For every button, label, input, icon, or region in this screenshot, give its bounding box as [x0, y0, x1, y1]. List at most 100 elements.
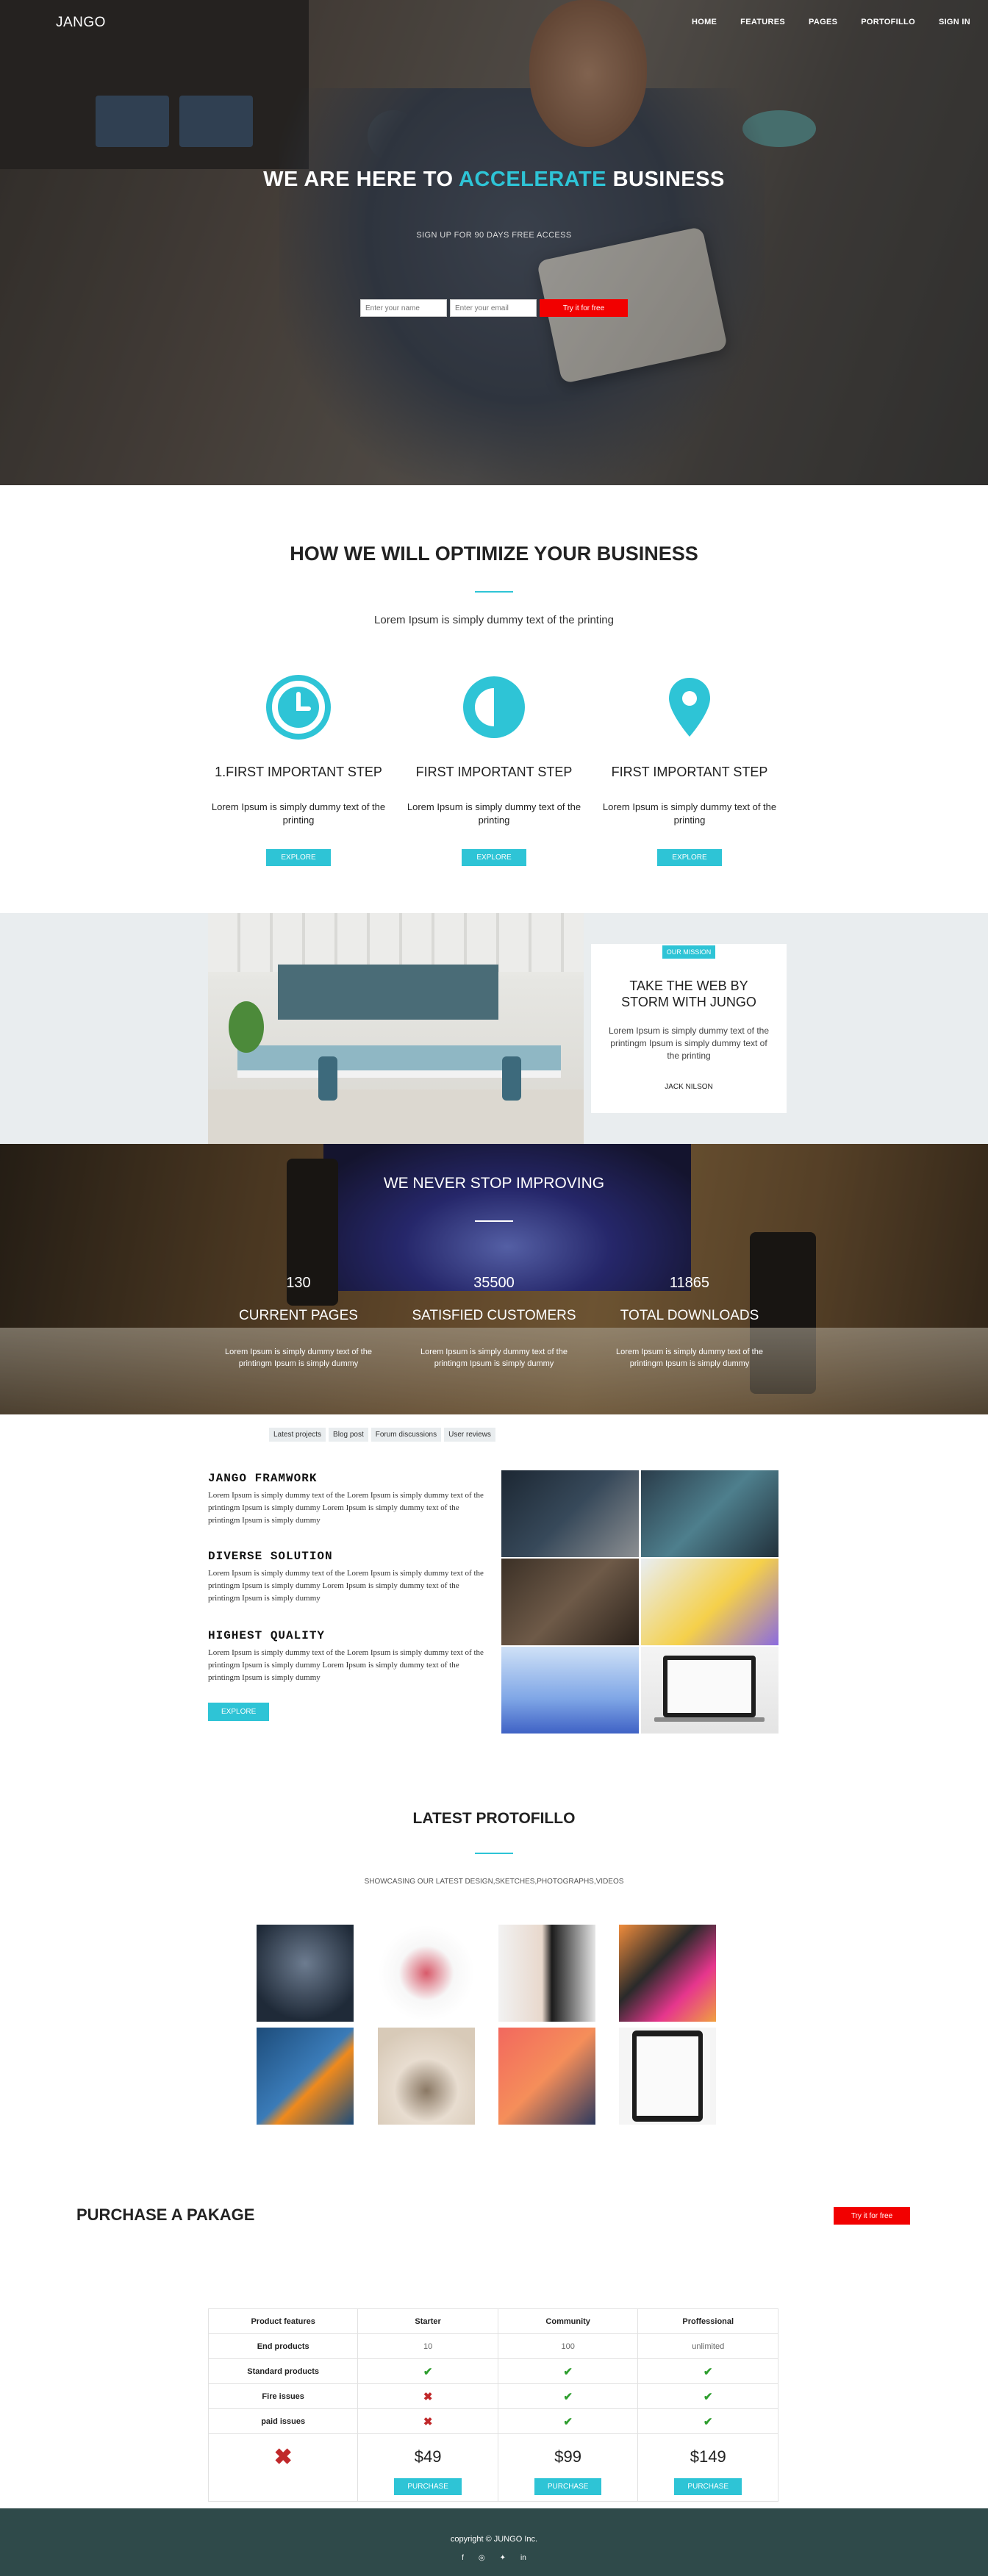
portfolio-item[interactable] — [378, 1925, 475, 2022]
hero-overlay — [0, 0, 988, 485]
office-ceiling — [208, 913, 584, 972]
contrast-icon — [462, 675, 526, 740]
pricing-price-row: ✖ $49 PURCHASE $99 PURCHASE $149 PURCHAS… — [207, 2433, 778, 2502]
portfolio-item[interactable] — [498, 2028, 595, 2125]
framework-block-title: HIGHEST QUALITY — [208, 1629, 326, 1642]
price-community: $99 — [554, 2447, 582, 2466]
feature-card: FIRST IMPORTANT STEP Lorem Ipsum is simp… — [404, 675, 584, 866]
social-links: f ◎ ✦ in — [0, 2554, 988, 2562]
office-chair — [502, 1056, 521, 1101]
hero-title-after: BUSINESS — [606, 168, 725, 191]
nav-portfolio[interactable]: PORTOFILLO — [861, 18, 915, 26]
cross-icon: ✖ — [273, 2445, 293, 2469]
stat-item: 35500 SATISFIED CUSTOMERS Lorem Ipsum is… — [406, 1275, 582, 1370]
stat-label: TOTAL DOWNLOADS — [620, 1308, 759, 1323]
portfolio-title: LATEST PROTOFILLO — [412, 1810, 576, 1827]
pricing-feature: Standard products — [207, 2358, 359, 2384]
cross-icon: ✖ — [423, 2390, 433, 2403]
name-input[interactable] — [360, 299, 447, 317]
feature-title: FIRST IMPORTANT STEP — [611, 765, 768, 779]
tab-latest-projects[interactable]: Latest projects — [269, 1428, 326, 1442]
framework-block-text: Lorem Ipsum is simply dummy text of the … — [208, 1569, 484, 1603]
feature-text: Lorem Ipsum is simply dummy text of the … — [407, 801, 581, 826]
portfolio-item[interactable] — [257, 2028, 354, 2125]
check-icon: ✔ — [703, 2390, 713, 2403]
explore-button[interactable]: EXPLORE — [462, 849, 526, 866]
pricing-price-cell: $99 PURCHASE — [497, 2433, 639, 2502]
purchase-try-free-button[interactable]: Try it for free — [834, 2207, 910, 2225]
pricing-table: Product features Starter Community Proff… — [207, 2308, 778, 2502]
purchase-title: PURCHASE A PAKAGE — [76, 2205, 255, 2224]
hero-title-before: WE ARE HERE TO — [263, 168, 459, 191]
office-plant — [229, 1001, 264, 1053]
facebook-icon[interactable]: f — [462, 2554, 464, 2562]
portfolio-item[interactable] — [619, 2028, 716, 2125]
office-board — [278, 965, 498, 1020]
twitter-icon[interactable]: ✦ — [500, 2554, 506, 2562]
check-icon: ✔ — [703, 2365, 713, 2378]
gallery-laptop-desk[interactable] — [501, 1559, 639, 1645]
pricing-feature: End products — [207, 2333, 359, 2359]
gallery-mobile-ui[interactable] — [641, 1559, 778, 1645]
portfolio-item[interactable] — [619, 1925, 716, 2022]
office-chair — [318, 1056, 337, 1101]
device-screen — [637, 2036, 698, 2116]
nav-pages[interactable]: PAGES — [809, 18, 837, 26]
pricing-row: paid issues ✖ ✔ ✔ — [207, 2408, 778, 2434]
email-input[interactable] — [450, 299, 537, 317]
try-free-button[interactable]: Try it for free — [540, 299, 628, 317]
pricing-header: Proffessional — [637, 2308, 778, 2334]
stat-number: 35500 — [473, 1275, 515, 1291]
linkedin-icon[interactable]: in — [520, 2554, 526, 2562]
stat-label: SATISFIED CUSTOMERS — [412, 1308, 576, 1323]
office-floor — [208, 1090, 584, 1144]
project-gallery — [501, 1470, 779, 1735]
portfolio-subtitle: SHOWCASING OUR LATEST DESIGN,SKETCHES,PH… — [364, 1878, 624, 1886]
explore-button[interactable]: EXPLORE — [657, 849, 722, 866]
nav-features[interactable]: FEATURES — [740, 18, 785, 26]
gallery-illustration[interactable] — [501, 1647, 639, 1734]
framework-block-title: DIVERSE SOLUTION — [208, 1550, 333, 1563]
tab-user-reviews[interactable]: User reviews — [444, 1428, 495, 1442]
check-icon: ✔ — [563, 2390, 573, 2403]
laptop-display — [667, 1660, 751, 1713]
framework-explore-button[interactable]: EXPLORE — [208, 1703, 270, 1721]
hero-section: JANGO HOME FEATURES PAGES PORTOFILLO SIG… — [0, 0, 988, 485]
pricing-price-cell: $149 PURCHASE — [637, 2433, 778, 2502]
nav-home[interactable]: HOME — [692, 18, 717, 26]
nav-sign-in[interactable]: SIGN IN — [939, 18, 970, 26]
price-professional: $149 — [690, 2447, 726, 2466]
purchase-starter-button[interactable]: PURCHASE — [394, 2478, 462, 2495]
tab-forum-discussions[interactable]: Forum discussions — [370, 1428, 442, 1442]
instagram-icon[interactable]: ◎ — [479, 2554, 485, 2562]
footer: copyright © JUNGO Inc. f ◎ ✦ in — [0, 2508, 988, 2576]
pricing-value: ✔ — [637, 2383, 778, 2409]
purchase-community-button[interactable]: PURCHASE — [534, 2478, 602, 2495]
tab-blog-post[interactable]: Blog post — [329, 1428, 368, 1442]
main-nav: HOME FEATURES PAGES PORTOFILLO SIGN IN — [692, 18, 970, 26]
check-icon: ✔ — [563, 2365, 573, 2378]
gallery-tablet[interactable] — [641, 1470, 778, 1557]
gallery-laptop-code[interactable] — [501, 1470, 639, 1557]
brand-logo[interactable]: JANGO — [56, 15, 106, 31]
pricing-price-cell: $49 PURCHASE — [357, 2433, 498, 2502]
explore-button[interactable]: EXPLORE — [266, 849, 331, 866]
price-starter: $49 — [414, 2447, 442, 2466]
mission-title: TAKE THE WEB BY STORM WITH JUNGO — [621, 978, 756, 1009]
mission-section: OUR MISSION TAKE THE WEB BY STORM WITH J… — [0, 913, 988, 1144]
mission-text: Lorem Ipsum is simply dummy text of the … — [608, 1026, 770, 1061]
framework-block-text: Lorem Ipsum is simply dummy text of the … — [208, 1491, 484, 1525]
clock-icon — [266, 675, 331, 740]
gallery-laptop-site[interactable] — [641, 1647, 778, 1734]
stat-item: 11865 TOTAL DOWNLOADS Lorem Ipsum is sim… — [601, 1275, 778, 1370]
portfolio-item[interactable] — [257, 1925, 354, 2022]
framework-block: HIGHEST QUALITY Lorem Ipsum is simply du… — [208, 1629, 487, 1684]
purchase-professional-button[interactable]: PURCHASE — [674, 2478, 742, 2495]
pricing-value: ✔ — [357, 2358, 498, 2384]
pricing-feature: Fire issues — [207, 2383, 359, 2409]
stat-number: 11865 — [669, 1275, 710, 1291]
mission-badge: OUR MISSION — [662, 945, 716, 959]
pricing-value: 100 — [497, 2333, 639, 2359]
portfolio-item[interactable] — [498, 1925, 595, 2022]
portfolio-item[interactable] — [378, 2028, 475, 2125]
